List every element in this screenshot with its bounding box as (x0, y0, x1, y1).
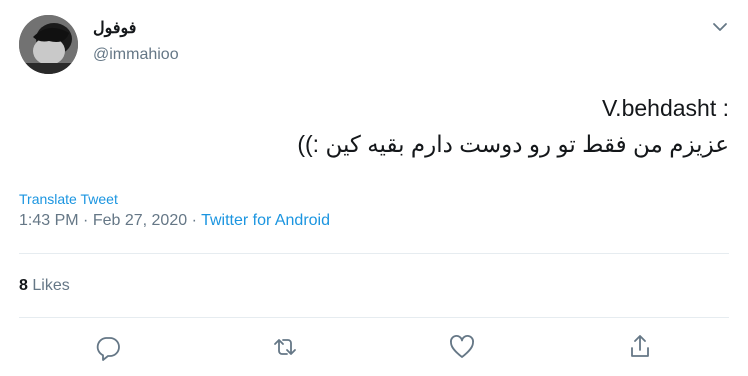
meta-separator: · (191, 212, 197, 229)
like-icon[interactable] (447, 332, 477, 362)
divider (19, 253, 729, 254)
chevron-down-icon[interactable] (707, 14, 733, 40)
avatar[interactable] (19, 15, 78, 74)
tweet-time[interactable]: 1:43 PM (19, 212, 79, 229)
tweet-text-line-1: V.behdasht : (601, 95, 729, 121)
tweet-text-line-2: عزیزم من فقط تو رو دوست دارم بقیه کین :)… (297, 131, 729, 157)
user-handle[interactable]: @immahioo (93, 46, 179, 64)
likes-count[interactable]: 8 Likes (19, 277, 70, 295)
tweet-meta: 1:43 PM · Feb 27, 2020 · Twitter for And… (19, 212, 330, 230)
share-icon[interactable] (625, 332, 655, 362)
meta-separator: · (83, 212, 89, 229)
display-name[interactable]: فوفول (93, 18, 136, 38)
likes-label: Likes (32, 277, 70, 294)
tweet-source-link[interactable]: Twitter for Android (201, 212, 330, 229)
tweet-date[interactable]: Feb 27, 2020 (93, 212, 187, 229)
retweet-icon[interactable] (270, 332, 300, 362)
reply-icon[interactable] (93, 332, 123, 362)
translate-tweet-link[interactable]: Translate Tweet (19, 191, 118, 207)
avatar-image (19, 15, 78, 74)
divider (19, 317, 729, 318)
likes-number: 8 (19, 277, 28, 294)
tweet-text: V.behdasht : عزیزم من فقط تو رو دوست دار… (29, 90, 729, 162)
